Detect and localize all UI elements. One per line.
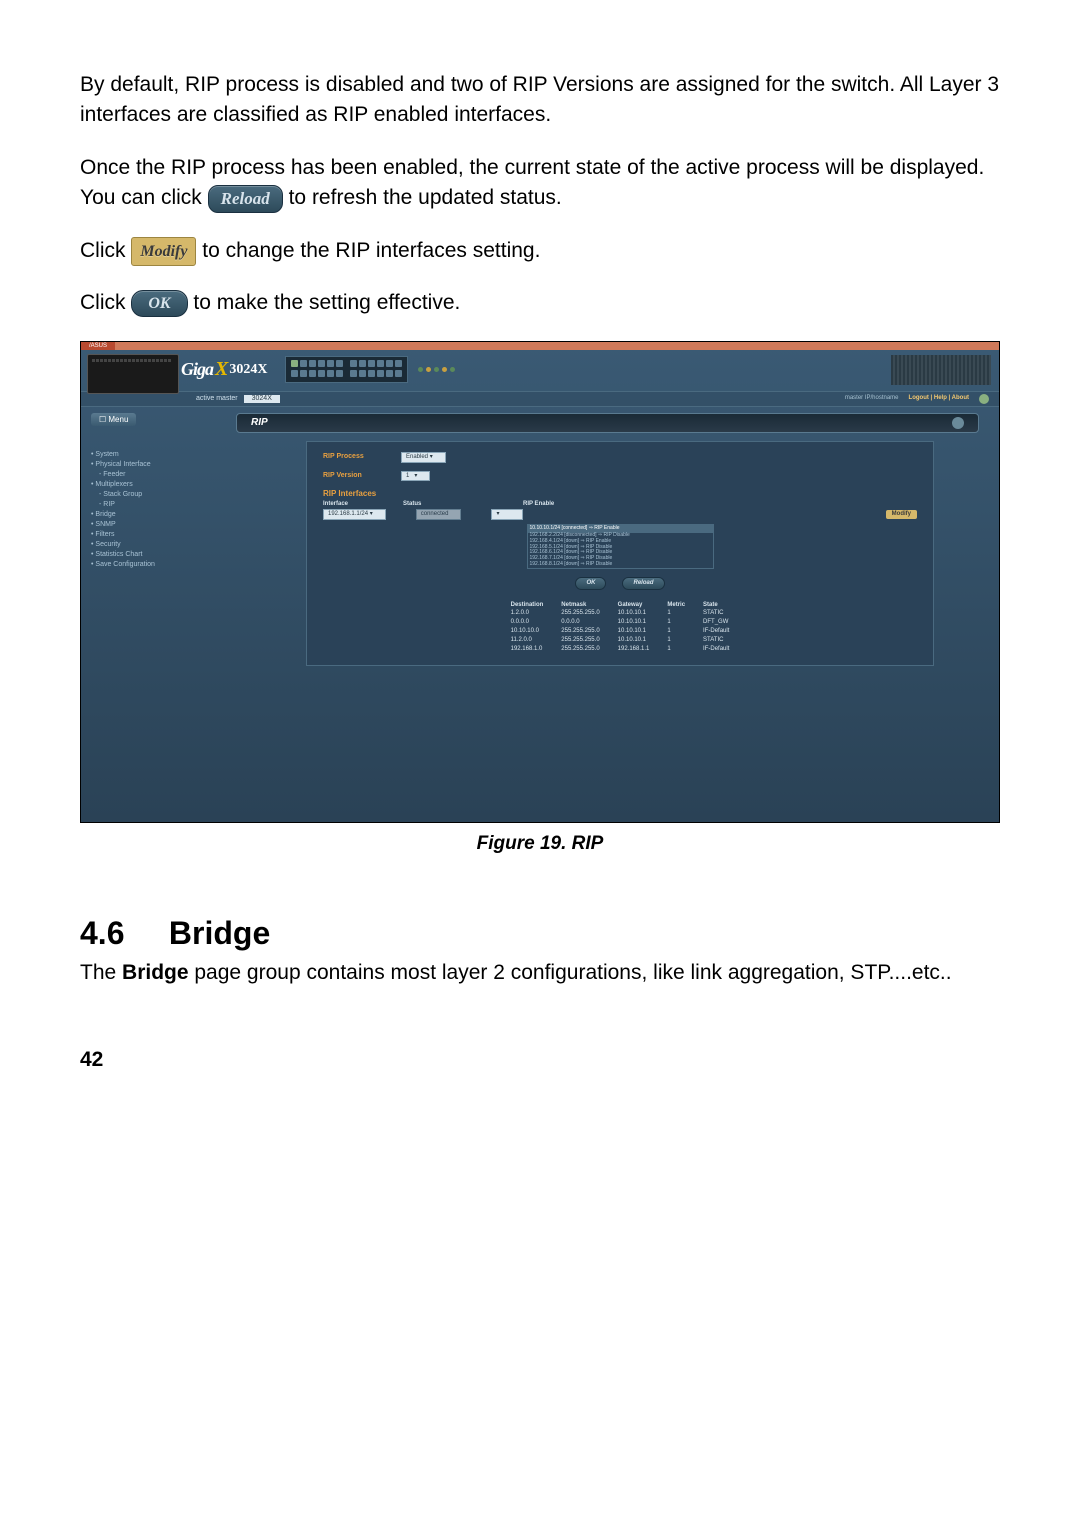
col-status: Status	[403, 501, 523, 508]
sidebar: ☐ Menu • System • Physical Interface - F…	[81, 407, 236, 819]
rt-h-gw: Gateway	[610, 602, 658, 609]
paragraph-4: Click OK to make the setting effective.	[80, 288, 1000, 318]
figure-screenshot: /ASUS Giga X 3024X	[80, 341, 1000, 823]
routing-table: Destination Netmask Gateway Metric State…	[501, 600, 740, 655]
figure-caption: Figure 19. RIP	[80, 833, 1000, 855]
sb-b: page group contains most layer 2 configu…	[189, 961, 952, 984]
master-select[interactable]: 3024X	[244, 395, 280, 403]
rip-version-select[interactable]: 1 ▾	[401, 471, 430, 482]
paragraph-3: Click Modify to change the RIP interface…	[80, 236, 1000, 266]
reload-button-inline[interactable]: Reload	[208, 185, 283, 213]
window-titlebar: /ASUS	[81, 342, 999, 350]
product-logo: Giga X 3024X	[181, 358, 267, 381]
page-number: 42	[80, 1048, 1000, 1072]
table-row: 192.168.1.0255.255.255.0192.168.1.11IF-D…	[503, 646, 738, 653]
sidebar-item-save[interactable]: • Save Configuration	[91, 560, 236, 570]
sb-bold: Bridge	[122, 961, 189, 984]
go-icon[interactable]	[979, 394, 989, 404]
col-interface: Interface	[323, 501, 403, 508]
rt-h-dest: Destination	[503, 602, 552, 609]
table-row: 10.10.10.0255.255.255.010.10.10.11IF-Def…	[503, 628, 738, 635]
rip-panel: RIP Process Enabled ▾ RIP Version 1 ▾ RI…	[306, 441, 934, 666]
p2-b: to refresh the updated status.	[289, 186, 562, 209]
asus-badge: /ASUS	[81, 342, 115, 350]
section-number: 4.6	[80, 915, 160, 952]
sidebar-item-stack[interactable]: - Stack Group	[91, 490, 236, 500]
logo-x-icon: X	[215, 358, 227, 381]
paragraph-1: By default, RIP process is disabled and …	[80, 70, 1000, 131]
section-body: The Bridge page group contains most laye…	[80, 958, 1000, 988]
page-title-banner: RIP	[236, 413, 979, 433]
rack-image	[891, 355, 991, 385]
rip-process-select[interactable]: Enabled ▾	[401, 452, 446, 463]
list-item[interactable]: 192.168.8.1/24 [down] ⇒ RIP Disable	[528, 562, 713, 568]
sidebar-item-filters[interactable]: • Filters	[91, 530, 236, 540]
logo-model: 3024X	[229, 362, 267, 378]
port-status-grid	[285, 356, 407, 383]
p4-a: Click	[80, 291, 131, 314]
rip-enable-select[interactable]: ▾	[491, 509, 523, 520]
device-thumb	[87, 354, 179, 394]
logo-brand: Giga	[181, 359, 213, 380]
table-row: 11.2.0.0255.255.255.010.10.10.11STATIC	[503, 637, 738, 644]
rip-interfaces-title: RIP Interfaces	[323, 489, 917, 498]
rt-h-mask: Netmask	[553, 602, 607, 609]
ok-button[interactable]: OK	[575, 577, 606, 590]
interface-select[interactable]: 192.168.1.1/24 ▾	[323, 509, 386, 520]
paragraph-2: Once the RIP process has been enabled, t…	[80, 153, 1000, 214]
reload-button[interactable]: Reload	[622, 577, 664, 590]
top-links[interactable]: Logout | Help | About	[909, 395, 969, 402]
modify-button-inline[interactable]: Modify	[131, 237, 196, 266]
subbar-label: active master	[196, 395, 238, 403]
modify-button[interactable]: Modify	[886, 510, 917, 519]
p3-a: Click	[80, 239, 131, 262]
section-title: Bridge	[169, 915, 270, 951]
page-title: RIP	[251, 417, 268, 429]
sidebar-item-bridge[interactable]: • Bridge	[91, 510, 236, 520]
interface-list[interactable]: 10.10.10.1/24 [connected] ⇒ RIP Enable 1…	[527, 524, 714, 568]
ok-button-inline[interactable]: OK	[131, 290, 187, 317]
sb-a: The	[80, 961, 122, 984]
status-field: connected	[416, 509, 462, 520]
p3-b: to change the RIP interfaces setting.	[202, 239, 540, 262]
sidebar-item-feeder[interactable]: - Feeder	[91, 470, 236, 480]
subbar-right-text: master IP/hostname	[845, 395, 899, 402]
sidebar-item-snmp[interactable]: • SNMP	[91, 520, 236, 530]
sidebar-item-security[interactable]: • Security	[91, 540, 236, 550]
sidebar-item-stats[interactable]: • Statistics Chart	[91, 550, 236, 560]
gear-icon	[952, 417, 964, 429]
sidebar-item-rip[interactable]: - RIP	[91, 500, 236, 510]
section-heading: 4.6 Bridge	[80, 915, 1000, 952]
led-cluster	[418, 367, 455, 372]
rt-h-metric: Metric	[659, 602, 693, 609]
sidebar-item-system[interactable]: • System	[91, 450, 236, 460]
p4-b: to make the setting effective.	[193, 291, 460, 314]
rt-h-state: State	[695, 602, 737, 609]
table-row: 0.0.0.00.0.0.010.10.10.11DFT_GW	[503, 619, 738, 626]
rip-process-label: RIP Process	[323, 453, 393, 461]
sidebar-item-physical[interactable]: • Physical Interface	[91, 460, 236, 470]
col-ripenable: RIP Enable	[523, 501, 583, 508]
table-row: 1.2.0.0255.255.255.010.10.10.11STATIC	[503, 610, 738, 617]
rip-version-label: RIP Version	[323, 472, 393, 480]
sidebar-item-mux[interactable]: • Multiplexers	[91, 480, 236, 490]
menu-header: ☐ Menu	[91, 413, 136, 426]
